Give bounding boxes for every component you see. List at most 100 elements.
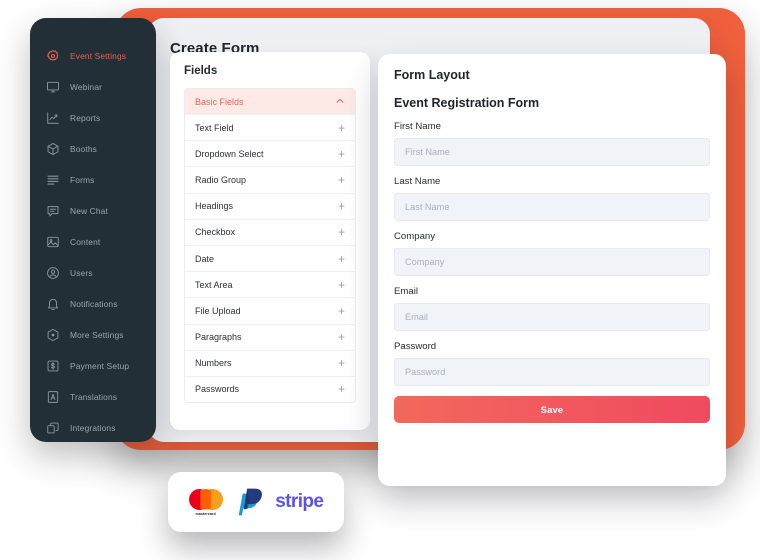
sidebar-nav: Event Settings Webinar Reports Booths Fo… (30, 18, 156, 442)
field-item-label: Date (195, 253, 215, 264)
mastercard-logo: mastercard (188, 488, 223, 516)
fields-panel-title: Fields (184, 65, 218, 77)
fields-group-basic-fields[interactable]: Basic Fields (185, 89, 355, 114)
sidebar-item-integrations[interactable]: Integrations (30, 412, 156, 442)
field-item-file-upload[interactable]: File Upload + (185, 297, 355, 324)
paypal-logo (236, 487, 262, 517)
plus-icon[interactable]: + (338, 148, 345, 160)
form-heading: Event Registration Form (394, 96, 540, 110)
payment-methods-card: mastercard stripe (168, 472, 344, 532)
sidebar-item-label: Content (70, 236, 101, 247)
field-item-passwords[interactable]: Passwords + (185, 375, 355, 403)
field-item-dropdown-select[interactable]: Dropdown Select + (185, 140, 355, 167)
bell-icon (45, 296, 61, 312)
field-item-numbers[interactable]: Numbers + (185, 349, 355, 376)
label-email: Email (394, 286, 418, 297)
plus-icon[interactable]: + (338, 200, 345, 212)
plus-icon[interactable]: + (338, 253, 345, 265)
field-item-label: Headings (195, 201, 234, 212)
field-item-text-area[interactable]: Text Area + (185, 271, 355, 298)
plus-icon[interactable]: + (338, 122, 345, 134)
plus-icon[interactable]: + (338, 383, 345, 395)
gear-icon (45, 48, 61, 64)
list-lines-icon (45, 172, 61, 188)
sidebar-item-label: Webinar (70, 81, 103, 92)
fields-group-label: Basic Fields (195, 96, 244, 107)
label-last-name: Last Name (394, 176, 441, 187)
field-item-label: Paragraphs (195, 332, 242, 343)
sidebar-item-forms[interactable]: Forms (30, 164, 156, 195)
chevron-up-icon[interactable] (335, 93, 345, 111)
field-item-label: Dropdown Select (195, 148, 264, 159)
sidebar-item-label: New Chat (70, 205, 108, 216)
sidebar-item-translations[interactable]: Translations (30, 381, 156, 412)
app-window: Create Form Event Settings Webinar Repor… (0, 0, 760, 560)
sidebar-item-label: Event Settings (70, 50, 127, 61)
layers-copy-icon (45, 420, 61, 436)
sidebar-item-label: Reports (70, 112, 101, 123)
field-item-label: Text Area (195, 279, 233, 290)
chart-line-icon (45, 110, 61, 126)
sidebar-item-notifications[interactable]: Notifications (30, 288, 156, 319)
field-item-headings[interactable]: Headings + (185, 192, 355, 219)
hexagon-dot-icon (45, 327, 61, 343)
fields-panel: Fields Basic Fields Text Field + Dropdow… (170, 52, 370, 430)
dollar-box-icon (45, 358, 61, 374)
field-item-label: Radio Group (195, 174, 247, 185)
stripe-logo: stripe (275, 491, 324, 513)
plus-icon[interactable]: + (338, 357, 345, 369)
user-circle-icon (45, 265, 61, 281)
sidebar-item-reports[interactable]: Reports (30, 102, 156, 133)
letter-a-box-icon (45, 389, 61, 405)
sidebar-item-users[interactable]: Users (30, 257, 156, 288)
company-input[interactable] (394, 248, 710, 276)
form-layout-title: Form Layout (394, 68, 470, 82)
sidebar-item-content[interactable]: Content (30, 226, 156, 257)
mastercard-wordmark: mastercard (195, 511, 216, 516)
plus-icon[interactable]: + (338, 226, 345, 238)
sidebar-item-label: Booths (70, 143, 97, 154)
form-layout-panel: Form Layout Event Registration Form Firs… (378, 54, 726, 486)
field-item-radio-group[interactable]: Radio Group + (185, 166, 355, 193)
sidebar-item-new-chat[interactable]: New Chat (30, 195, 156, 226)
stripe-wordmark: stripe (275, 491, 324, 512)
plus-icon[interactable]: + (338, 331, 345, 343)
field-item-label: Passwords (195, 384, 240, 395)
first-name-input[interactable] (394, 138, 710, 166)
field-item-label: Numbers (195, 358, 232, 369)
sidebar-item-payment-setup[interactable]: Payment Setup (30, 350, 156, 381)
sidebar-item-event-settings[interactable]: Event Settings (30, 40, 156, 71)
field-item-checkbox[interactable]: Checkbox + (185, 218, 355, 245)
sidebar-item-label: Translations (70, 391, 118, 402)
save-button[interactable]: Save (394, 396, 710, 423)
last-name-input[interactable] (394, 193, 710, 221)
sidebar-item-label: More Settings (70, 329, 124, 340)
sidebar-item-webinar[interactable]: Webinar (30, 71, 156, 102)
sidebar-item-more-settings[interactable]: More Settings (30, 319, 156, 350)
field-item-label: File Upload (195, 305, 241, 316)
chat-box-icon (45, 203, 61, 219)
label-company: Company (394, 231, 436, 242)
paypal-p-icon (238, 488, 262, 516)
sidebar-item-label: Notifications (70, 298, 118, 309)
sidebar-item-label: Forms (70, 174, 95, 185)
field-item-date[interactable]: Date + (185, 244, 355, 272)
monitor-icon (45, 79, 61, 95)
cube-icon (45, 141, 61, 157)
sidebar-item-label: Payment Setup (70, 360, 130, 371)
plus-icon[interactable]: + (338, 279, 345, 291)
email-input[interactable] (394, 303, 710, 331)
field-item-label: Text Field (195, 122, 234, 133)
image-icon (45, 234, 61, 250)
label-password: Password (394, 341, 437, 352)
field-item-label: Checkbox (195, 227, 236, 238)
label-first-name: First Name (394, 121, 441, 132)
fields-list: Basic Fields Text Field + Dropdown Selec… (184, 88, 356, 404)
plus-icon[interactable]: + (338, 174, 345, 186)
field-item-paragraphs[interactable]: Paragraphs + (185, 323, 355, 350)
field-item-text-field[interactable]: Text Field + (185, 114, 355, 141)
password-input[interactable] (394, 358, 710, 386)
sidebar-item-label: Users (70, 267, 93, 278)
plus-icon[interactable]: + (338, 305, 345, 317)
sidebar-item-booths[interactable]: Booths (30, 133, 156, 164)
